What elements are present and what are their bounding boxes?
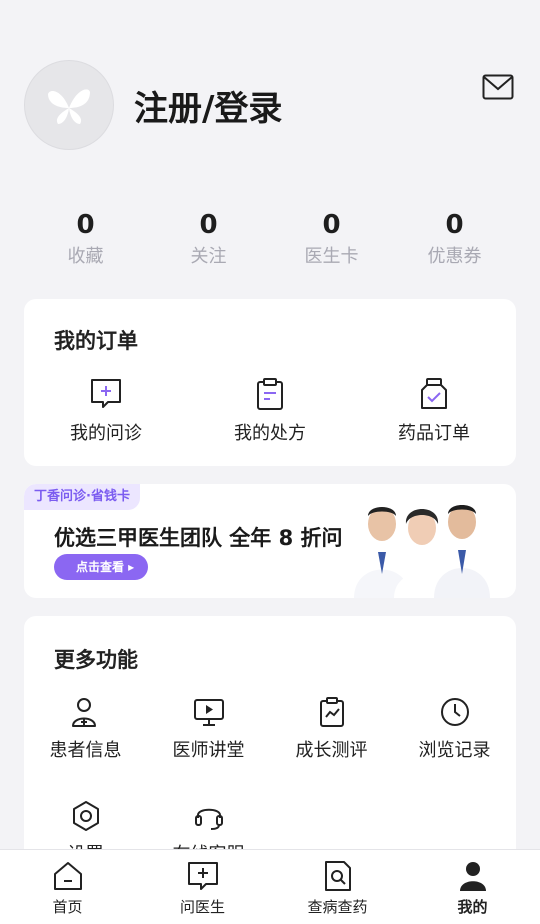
settings-hex-icon [72, 801, 99, 831]
order-item-consult[interactable]: 我的问诊 [24, 377, 188, 445]
tab-label: 我的 [457, 898, 488, 916]
tab-mine[interactable]: 我的 [405, 850, 540, 924]
prescription-clipboard-icon [257, 378, 283, 410]
home-icon [53, 862, 82, 890]
medicine-bottle-icon [421, 378, 447, 409]
stat-value: 0 [322, 210, 341, 240]
search-document-icon [324, 861, 351, 891]
stat-value: 0 [199, 210, 218, 240]
more-title: 更多功能 [54, 648, 138, 672]
tab-search-disease-drug[interactable]: 查病查药 [270, 850, 405, 924]
banner-view-button[interactable]: 点击查看 ▸ [54, 554, 149, 580]
stat-label: 医生卡 [304, 246, 359, 267]
feature-label: 成长测评 [295, 740, 368, 761]
growth-chart-icon [319, 697, 344, 727]
stat-value: 0 [76, 210, 95, 240]
stat-doctor-card[interactable]: 0 医生卡 [270, 210, 393, 268]
tab-home[interactable]: 首页 [0, 850, 135, 924]
headset-icon [194, 808, 223, 830]
savings-card-banner[interactable]: 丁香问诊·省钱卡 优选三甲医生团队 全年 8 折问 点击查看 ▸ [24, 484, 516, 598]
feature-growth-assessment[interactable]: 成长测评 [270, 696, 393, 762]
order-item-prescription[interactable]: 我的处方 [188, 377, 352, 445]
tab-label: 问医生 [179, 898, 225, 916]
user-icon [459, 862, 486, 891]
feature-doctor-lecture[interactable]: 医师讲堂 [147, 696, 270, 762]
order-item-label: 药品订单 [398, 423, 470, 444]
butterfly-logo-icon [48, 89, 90, 124]
order-item-label: 我的问诊 [70, 423, 142, 444]
stat-following[interactable]: 0 关注 [147, 210, 270, 268]
tab-ask-doctor[interactable]: 问医生 [135, 850, 270, 924]
feature-label: 医师讲堂 [172, 740, 245, 761]
profile-header[interactable]: 注册/登录 [24, 60, 282, 150]
stat-favorites[interactable]: 0 收藏 [24, 210, 147, 268]
mail-icon[interactable] [482, 74, 514, 100]
avatar[interactable] [24, 60, 114, 150]
patient-add-icon [71, 698, 96, 727]
doctors-illustration [354, 505, 490, 598]
consult-chat-icon [91, 379, 121, 408]
clock-history-icon [440, 698, 469, 726]
banner-tag: 丁香问诊·省钱卡 [24, 484, 140, 510]
login-register-link[interactable]: 注册/登录 [134, 81, 282, 130]
bottom-tab-bar: 首页 问医生 查病查药 我的 [0, 849, 540, 924]
stat-coupons[interactable]: 0 优惠券 [393, 210, 516, 268]
feature-patient-info[interactable]: 患者信息 [24, 696, 147, 762]
feature-browse-history[interactable]: 浏览记录 [393, 696, 516, 762]
ask-doctor-icon [187, 862, 218, 890]
stat-label: 优惠券 [427, 246, 482, 267]
banner-title: 优选三甲医生团队 全年 8 折问 [54, 526, 343, 550]
stat-value: 0 [445, 210, 464, 240]
order-item-medicine[interactable]: 药品订单 [352, 377, 516, 445]
video-lecture-icon [193, 699, 224, 726]
stats-row: 0 收藏 0 关注 0 医生卡 0 优惠券 [24, 210, 516, 268]
stat-label: 关注 [190, 246, 227, 267]
more-features-card: 更多功能 患者信息 医师讲堂 成长测评 浏览记录 [24, 616, 516, 876]
orders-card: 我的订单 我的问诊 我的处方 药品订单 [24, 299, 516, 466]
feature-label: 浏览记录 [418, 740, 491, 761]
order-item-label: 我的处方 [234, 423, 306, 444]
orders-title: 我的订单 [54, 329, 138, 353]
tab-label: 首页 [52, 898, 83, 916]
feature-label: 患者信息 [49, 740, 122, 761]
stat-label: 收藏 [67, 246, 104, 267]
tab-label: 查病查药 [307, 898, 368, 916]
